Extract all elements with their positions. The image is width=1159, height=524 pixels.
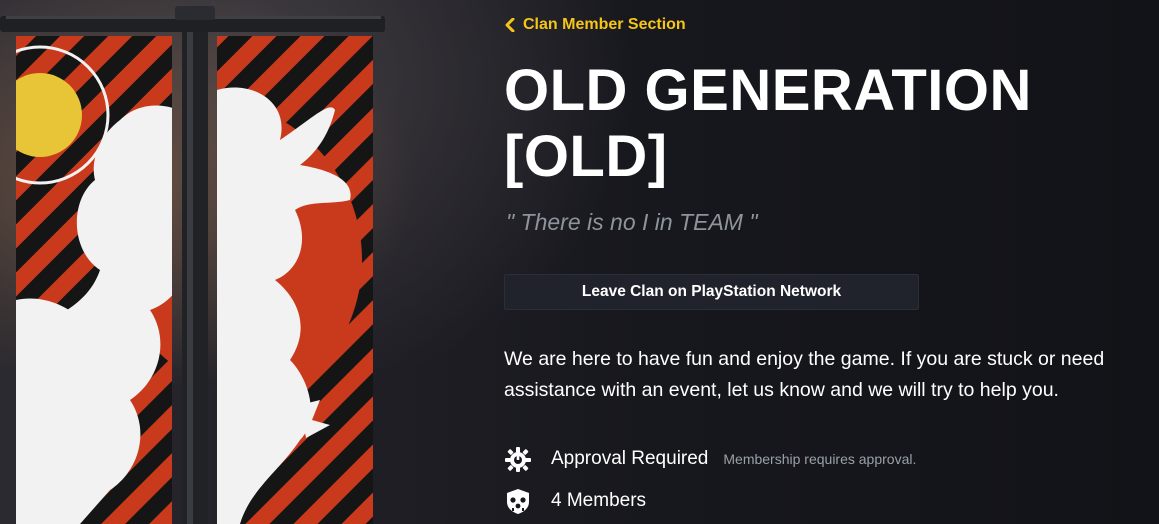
leave-clan-button[interactable]: Leave Clan on PlayStation Network [504,274,919,310]
clan-banner [0,6,385,524]
approval-label: Approval Required [551,448,709,469]
approval-info-row: Approval Required Membership requires ap… [504,443,916,475]
banner-pole [182,12,208,524]
clan-name: OLD GENERATION [OLD] [504,58,1032,189]
members-info-row: 4 Members [504,485,646,517]
back-to-clan-member-section-link[interactable]: Clan Member Section [504,15,686,35]
clan-motto: " There is no I in TEAM " [506,209,758,235]
clan-description: We are here to have fun and enjoy the ga… [504,348,1105,401]
chevron-left-icon [505,18,515,32]
members-count: 4 Members [551,490,647,511]
approval-gear-icon [505,447,531,472]
approval-note: Membership requires approval. [723,451,917,467]
clan-details: Clan Member Section OLD GENERATION [OLD]… [504,0,1159,524]
back-link-label: Clan Member Section [523,16,686,33]
members-skull-icon [507,489,529,514]
